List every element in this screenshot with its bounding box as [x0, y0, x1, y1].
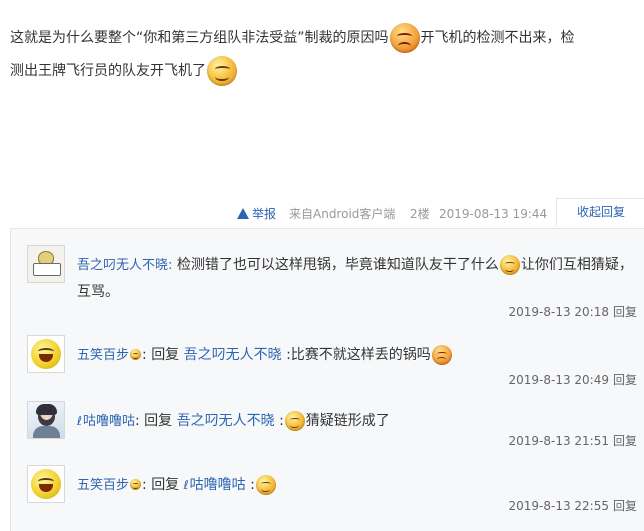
- reply-content: 吾之叼无人不晓: 检测错了也可以这样甩锅，毕竟谁知道队友干了什么 让你们互相猜疑，…: [77, 252, 637, 305]
- person-hair: [36, 404, 57, 415]
- report-label: 举报: [252, 207, 277, 221]
- warning-icon: [237, 208, 249, 219]
- emoji-smile-icon: [255, 475, 276, 495]
- book-icon: [33, 263, 61, 276]
- reply-meta: 2019-8-13 20:18 回复: [508, 304, 637, 320]
- reply-username[interactable]: 吾之叼无人不晓:: [77, 258, 172, 273]
- reply-username[interactable]: 五笑百步: [77, 348, 129, 363]
- reply-button[interactable]: 回复: [613, 499, 637, 513]
- post-time: 2019-08-13 19:44: [439, 207, 548, 221]
- emoji-smile-icon: [499, 255, 520, 275]
- reply-text-before: :: [279, 413, 284, 429]
- emoji-angry-icon: [431, 345, 452, 365]
- reply-content: 五笑百步: 回复 ℓ咕噜噜咕 :: [77, 472, 637, 499]
- reply-text: :比赛不就这样丢的锅吗: [286, 347, 431, 363]
- reply-word: 回复: [151, 347, 180, 363]
- smiley-avatar-icon: [31, 339, 61, 369]
- reply-meta: 2019-8-13 21:51 回复: [508, 433, 637, 449]
- reply-colon: :: [142, 477, 147, 493]
- reply-text: 猜疑链形成了: [305, 413, 390, 429]
- client-source: 来自Android客户端: [289, 207, 396, 221]
- reply-target-user[interactable]: 吾之叼无人不晓: [177, 413, 275, 429]
- reply-time: 2019-8-13 20:49: [508, 373, 609, 387]
- user-level-icon: ℓ: [183, 478, 189, 492]
- post-content: 这就是为什么要整个“你和第三方组队非法受益”制裁的原因吗 开飞机的检测不出来，检 …: [10, 22, 635, 88]
- reply-button[interactable]: 回复: [613, 305, 637, 319]
- floor-number: 2楼: [410, 207, 430, 221]
- emoji-angry-icon: [389, 23, 420, 53]
- reply-content: ℓ咕噜噜咕: 回复 吾之叼无人不晓 : 猜疑链形成了: [77, 408, 637, 435]
- reply-meta: 2019-8-13 20:49 回复: [508, 372, 637, 388]
- person-body: [33, 426, 60, 438]
- user-badge-icon: [130, 479, 142, 490]
- smiley-avatar-icon: [31, 469, 61, 499]
- reply-word: 回复: [144, 413, 173, 429]
- reply-colon: :: [142, 347, 147, 363]
- reply-time: 2019-8-13 21:51: [508, 434, 609, 448]
- reply-word: 回复: [151, 477, 180, 493]
- post-text-c: 测出王牌飞行员的队友开飞机了: [10, 63, 206, 79]
- reply-content: 五笑百步: 回复 吾之叼无人不晓 :比赛不就这样丢的锅吗: [77, 342, 637, 369]
- reply-time: 2019-8-13 22:55: [508, 499, 609, 513]
- reply-meta: 2019-8-13 22:55 回复: [508, 498, 637, 514]
- reply-username[interactable]: 咕噜噜咕: [83, 414, 135, 429]
- reply-button[interactable]: 回复: [613, 434, 637, 448]
- reply-target-user[interactable]: 咕噜噜咕: [190, 477, 246, 493]
- emoji-smile-icon: [207, 56, 237, 86]
- avatar[interactable]: [27, 401, 65, 439]
- post-text-a: 这就是为什么要整个“你和第三方组队非法受益”制裁的原因吗: [10, 30, 389, 46]
- post-meta: 举报 来自Android客户端 2楼 2019-08-13 19:44 收起回复: [0, 198, 644, 226]
- post-text-b: 开飞机的检测不出来，检: [420, 30, 575, 46]
- user-level-icon: ℓ: [77, 414, 82, 428]
- report-link[interactable]: 举报: [237, 204, 276, 224]
- avatar[interactable]: [27, 335, 65, 373]
- reply-button[interactable]: 回复: [613, 373, 637, 387]
- emoji-smile-icon: [284, 411, 305, 431]
- reply-text-before: :: [250, 477, 255, 493]
- collapse-replies-button[interactable]: 收起回复: [556, 198, 644, 226]
- reply-text: 检测错了也可以这样甩锅，毕竟谁知道队友干了什么: [176, 257, 499, 273]
- avatar[interactable]: [27, 245, 65, 283]
- reply-username[interactable]: 五笑百步: [77, 478, 129, 493]
- reply-target-user[interactable]: 吾之叼无人不晓: [184, 347, 282, 363]
- user-badge-icon: [130, 349, 142, 360]
- reply-time: 2019-8-13 20:18: [508, 305, 609, 319]
- avatar[interactable]: [27, 465, 65, 503]
- reply-box: 吾之叼无人不晓: 检测错了也可以这样甩锅，毕竟谁知道队友干了什么 让你们互相猜疑，…: [10, 228, 644, 531]
- reply-colon: :: [134, 413, 140, 429]
